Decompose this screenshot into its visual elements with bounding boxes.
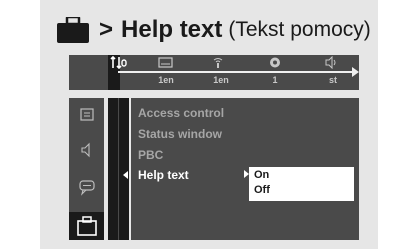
submenu-option-off[interactable]: Off xyxy=(254,184,270,196)
menu-item-help-text[interactable]: Help text xyxy=(138,168,189,182)
briefcase-icon xyxy=(57,15,89,43)
page-title: Help text xyxy=(121,16,223,43)
subtitle-icon[interactable] xyxy=(156,56,176,69)
speaker-icon[interactable] xyxy=(76,141,98,159)
chat-icon[interactable] xyxy=(76,178,98,196)
menu-item-pbc[interactable]: PBC xyxy=(138,148,163,162)
audio-value: 1en xyxy=(213,75,229,85)
briefcase-icon-selected[interactable] xyxy=(76,216,98,236)
menu-item-status-window[interactable]: Status window xyxy=(138,127,222,141)
top-bar-arrow-icon xyxy=(352,67,359,77)
angle-value: 1 xyxy=(272,75,278,85)
submenu-popup: On Off xyxy=(249,167,354,201)
submenu-option-on[interactable]: On xyxy=(254,169,269,181)
settings-icon[interactable] xyxy=(110,55,130,70)
subtitle-value: 1en xyxy=(158,75,174,85)
panel-stripe-left xyxy=(108,98,118,240)
page-subtitle: (Tekst pomocy) xyxy=(228,18,371,41)
sound-value: st xyxy=(328,75,337,85)
sound-icon[interactable] xyxy=(322,55,342,70)
menu-item-access-control[interactable]: Access control xyxy=(138,106,224,120)
menu-left-arrow-icon xyxy=(123,171,128,179)
angle-icon[interactable] xyxy=(265,56,285,69)
page-heading: > Help text (Tekst pomocy) xyxy=(57,15,371,45)
panel-stripe-right xyxy=(119,98,129,240)
panel-divider xyxy=(129,98,131,240)
picture-icon[interactable] xyxy=(76,106,98,124)
heading-arrow: > xyxy=(99,16,114,43)
audio-icon[interactable] xyxy=(208,56,228,69)
top-bar-divider xyxy=(118,71,354,73)
